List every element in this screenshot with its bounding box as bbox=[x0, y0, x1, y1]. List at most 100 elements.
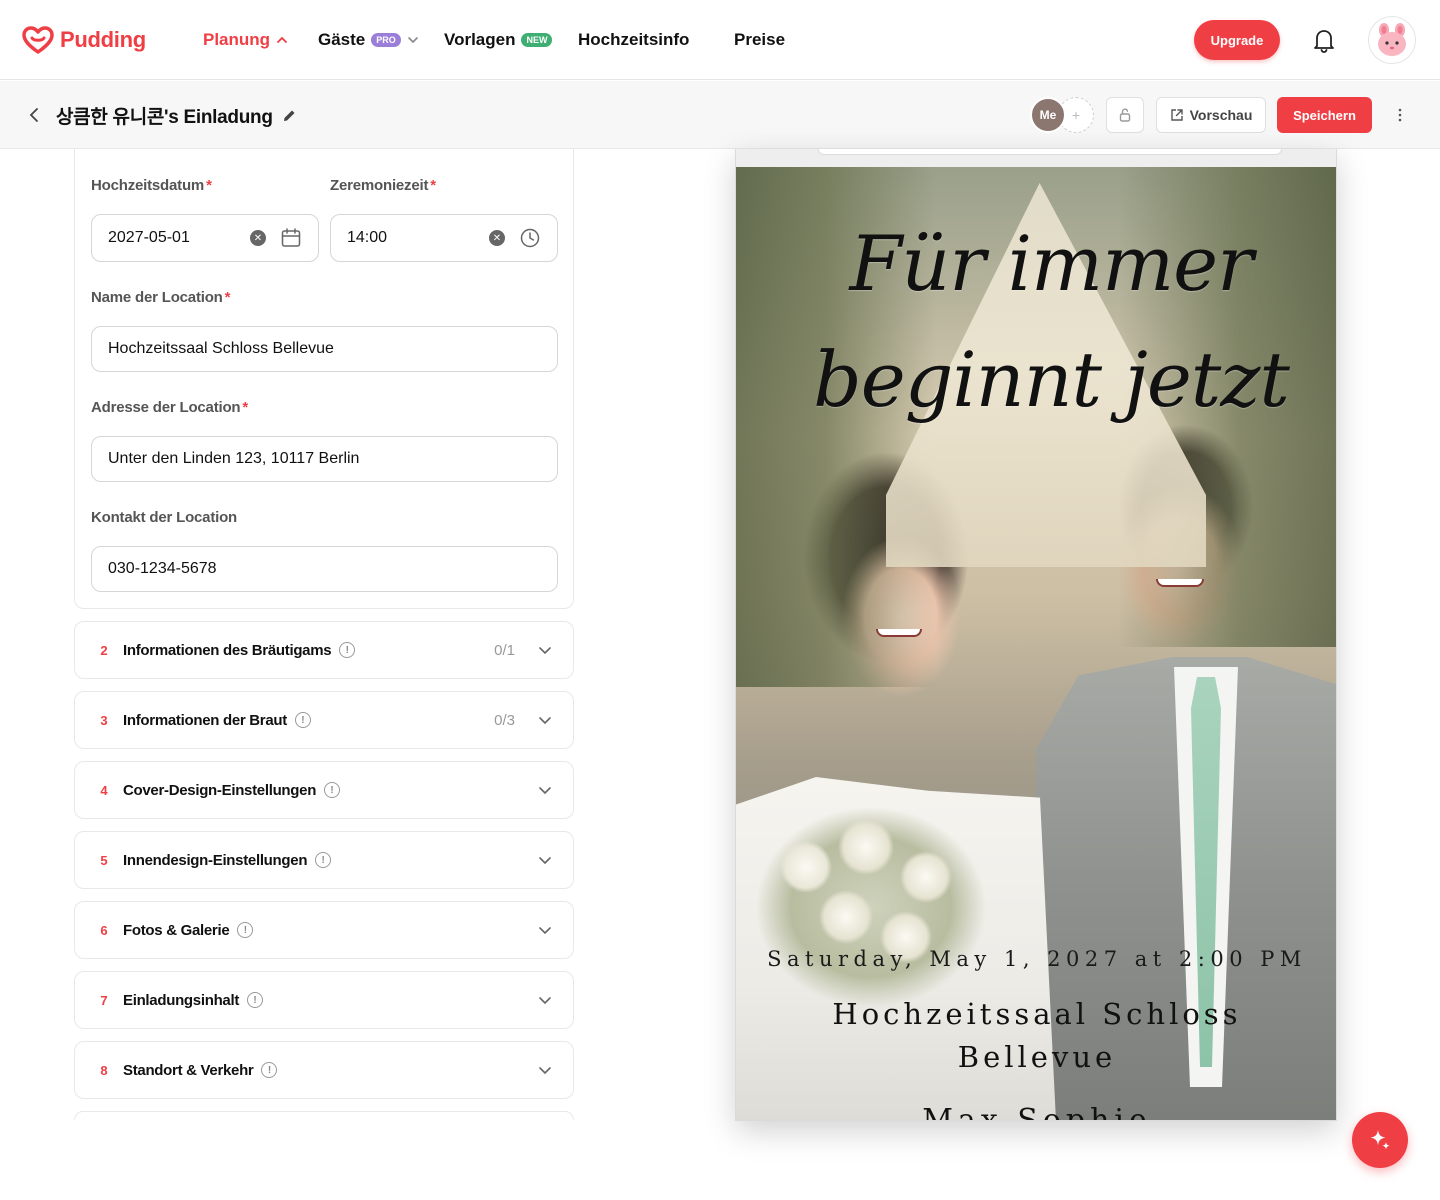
heart-logo-icon bbox=[22, 26, 54, 54]
notifications-button[interactable] bbox=[1308, 24, 1340, 56]
pro-badge: PRO bbox=[371, 33, 401, 47]
bunny-avatar-icon bbox=[1378, 23, 1406, 56]
brand-name: Pudding bbox=[60, 27, 146, 52]
info-icon[interactable]: ! bbox=[324, 782, 341, 798]
nav-gaeste[interactable]: Gäste PRO bbox=[318, 28, 419, 52]
info-icon[interactable]: ! bbox=[237, 922, 254, 938]
photo-groom-smile bbox=[1156, 579, 1204, 587]
top-navigation: Pudding Planung Gäste PRO Vorlagen NEW H… bbox=[0, 0, 1440, 80]
preview-button[interactable]: Vorschau bbox=[1156, 97, 1266, 133]
required-mark: * bbox=[206, 177, 212, 194]
nav-label: Gäste bbox=[318, 30, 366, 49]
chevron-down-icon[interactable] bbox=[537, 782, 553, 798]
preview-label: Vorschau bbox=[1189, 107, 1253, 123]
chevron-down-icon[interactable] bbox=[537, 642, 553, 658]
photo-bride-smile bbox=[876, 629, 922, 637]
section-number: 2 bbox=[100, 642, 108, 658]
external-link-icon bbox=[1170, 109, 1183, 121]
chevron-left-icon bbox=[29, 108, 38, 122]
required-mark: * bbox=[242, 399, 249, 416]
location-address-value: Unter den Linden 123, 10117 Berlin bbox=[108, 450, 360, 467]
cover-script-line-1: Für immer bbox=[849, 219, 1254, 308]
section-number: 3 bbox=[100, 712, 108, 728]
chevron-down-icon[interactable] bbox=[537, 852, 553, 868]
location-name-label-text: Name der Location bbox=[91, 289, 223, 306]
cover-date-text: Saturday, May 1, 2027 at 2:00 PM bbox=[767, 947, 1307, 971]
brand-logo[interactable]: Pudding bbox=[22, 24, 146, 56]
cover-script-line-2: beginnt jetzt bbox=[813, 335, 1290, 424]
section-number: 7 bbox=[100, 992, 108, 1008]
bell-icon bbox=[1314, 30, 1334, 53]
date-input[interactable]: 2027-05-01 ✕ bbox=[91, 214, 319, 262]
lock-button[interactable] bbox=[1106, 97, 1144, 133]
nav-label: Preise bbox=[734, 30, 786, 49]
section-number: 4 bbox=[100, 782, 108, 798]
section-title: Informationen der Braut bbox=[123, 711, 287, 729]
section-count: 0/3 bbox=[494, 711, 515, 729]
calendar-icon[interactable] bbox=[280, 227, 302, 249]
new-badge: NEW bbox=[521, 33, 553, 47]
section-title: Standort & Verkehr bbox=[123, 1061, 254, 1079]
info-icon[interactable]: ! bbox=[261, 1062, 278, 1078]
chevron-down-icon[interactable] bbox=[537, 712, 553, 728]
location-address-label: Adresse der Location * bbox=[91, 399, 248, 416]
section-number: 8 bbox=[100, 1062, 108, 1078]
cover-photo: Für immer beginnt jetzt Saturday, May 1,… bbox=[736, 167, 1336, 1120]
user-avatar[interactable] bbox=[1368, 16, 1416, 64]
location-address-input[interactable]: Unter den Linden 123, 10117 Berlin bbox=[91, 436, 558, 482]
clear-date-icon[interactable]: ✕ bbox=[250, 230, 266, 246]
required-mark: * bbox=[224, 289, 231, 306]
time-input[interactable]: 14:00 ✕ bbox=[330, 214, 558, 262]
ai-assistant-button[interactable] bbox=[1352, 1112, 1408, 1168]
clock-icon[interactable] bbox=[519, 227, 541, 249]
back-button[interactable] bbox=[24, 103, 44, 127]
location-contact-value: 030-1234-5678 bbox=[108, 560, 217, 577]
nav-preise[interactable]: Preise bbox=[734, 28, 785, 52]
upgrade-button[interactable]: Upgrade bbox=[1194, 20, 1280, 60]
section-title: Cover-Design-Einstellungen bbox=[123, 781, 317, 799]
nav-hochzeitsinfo[interactable]: Hochzeitsinfo bbox=[578, 28, 689, 52]
time-label-text: Zeremoniezeit bbox=[330, 177, 429, 194]
chevron-down-icon bbox=[407, 37, 418, 44]
info-icon[interactable]: ! bbox=[247, 992, 264, 1008]
section-title: Fotos & Galerie bbox=[123, 921, 230, 939]
nav-planung[interactable]: Planung bbox=[203, 28, 288, 52]
section-bride-info[interactable]: 3 Informationen der Braut ! 0/3 bbox=[74, 691, 574, 749]
section-number: 6 bbox=[100, 922, 108, 938]
wedding-info-form: Hochzeitsdatum * Zeremoniezeit * 2027-05-0… bbox=[74, 149, 574, 609]
section-photos-gallery[interactable]: 6 Fotos & Galerie ! bbox=[74, 901, 574, 959]
section-invitation-content[interactable]: 7 Einladungsinhalt ! bbox=[74, 971, 574, 1029]
nav-label: Planung bbox=[203, 30, 271, 49]
date-value: 2027-05-01 bbox=[108, 229, 190, 246]
section-title: Informationen des Bräutigams bbox=[123, 641, 332, 659]
section-location-transport[interactable]: 8 Standort & Verkehr ! bbox=[74, 1041, 574, 1099]
time-label: Zeremoniezeit * bbox=[330, 177, 436, 194]
section-title: Einladungsinhalt bbox=[123, 991, 240, 1009]
section-groom-info[interactable]: 2 Informationen des Bräutigams ! 0/1 bbox=[74, 621, 574, 679]
section-interior-design[interactable]: 5 Innendesign-Einstellungen ! bbox=[74, 831, 574, 889]
location-name-value: Hochzeitssaal Schloss Bellevue bbox=[108, 340, 334, 357]
info-icon[interactable]: ! bbox=[339, 642, 356, 658]
invitation-preview[interactable]: Für immer beginnt jetzt Saturday, May 1,… bbox=[735, 149, 1337, 1121]
save-button[interactable]: Speichern bbox=[1277, 97, 1372, 133]
required-mark: * bbox=[430, 177, 436, 194]
info-icon[interactable]: ! bbox=[315, 852, 332, 868]
nav-vorlagen[interactable]: Vorlagen NEW bbox=[444, 28, 553, 52]
location-address-label-text: Adresse der Location bbox=[91, 399, 241, 416]
cover-venue-text: Hochzeitssaal Schloss Bellevue bbox=[832, 997, 1242, 1074]
more-options-button[interactable] bbox=[1390, 103, 1410, 127]
chevron-down-icon[interactable] bbox=[537, 992, 553, 1008]
chevron-down-icon[interactable] bbox=[537, 922, 553, 938]
location-name-input[interactable]: Hochzeitssaal Schloss Bellevue bbox=[91, 326, 558, 372]
photo-bouquet bbox=[756, 807, 986, 1007]
chevron-down-icon[interactable] bbox=[537, 1062, 553, 1078]
clear-time-icon[interactable]: ✕ bbox=[489, 230, 505, 246]
info-icon[interactable]: ! bbox=[294, 712, 311, 728]
me-avatar[interactable]: Me bbox=[1030, 97, 1066, 133]
editor-toolbar: 상큼한 유니콘's Einladung + Me Vorschau Speich… bbox=[0, 81, 1440, 149]
sparkle-icon bbox=[1370, 1130, 1390, 1150]
location-contact-input[interactable]: 030-1234-5678 bbox=[91, 546, 558, 592]
location-contact-label-text: Kontakt der Location bbox=[91, 509, 238, 526]
pencil-icon[interactable] bbox=[281, 108, 297, 124]
section-cover-design[interactable]: 4 Cover-Design-Einstellungen ! bbox=[74, 761, 574, 819]
